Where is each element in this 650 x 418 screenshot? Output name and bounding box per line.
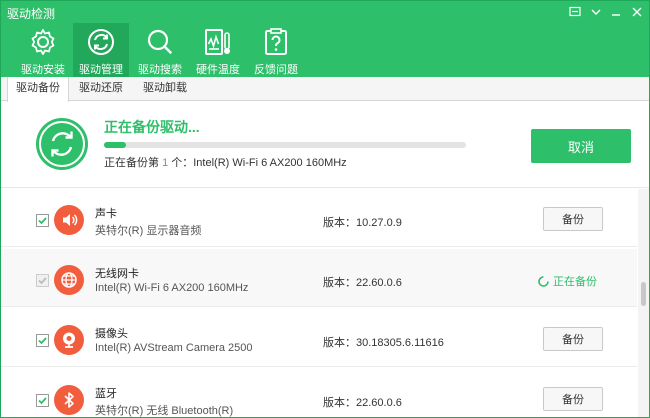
progress-bar xyxy=(104,142,466,148)
tool-feedback[interactable]: 反馈问题 xyxy=(248,23,304,77)
window-title: 驱动检测 xyxy=(7,7,56,21)
spinner-icon xyxy=(538,275,549,287)
tool-label: 驱动安装 xyxy=(21,64,65,76)
refresh-icon xyxy=(36,118,88,170)
progress-title: 正在备份驱动... xyxy=(104,119,200,135)
backup-status-label: 正在备份 xyxy=(553,276,597,288)
driver-row-sound: 声卡 英特尔(R) 显示器音频 版本：10.27.0.9 备份 xyxy=(1,189,637,247)
tool-driver-manage[interactable]: 驱动管理 xyxy=(73,23,129,77)
driver-description: 英特尔(R) 无线 Bluetooth(R) xyxy=(95,405,234,417)
driver-version: 版本：10.27.0.9 xyxy=(323,217,402,229)
close-icon[interactable] xyxy=(627,3,647,21)
driver-checkbox[interactable] xyxy=(36,214,49,227)
tool-label: 硬件温度 xyxy=(196,64,240,76)
scrollbar-thumb[interactable] xyxy=(641,282,646,306)
tool-driver-search[interactable]: 驱动搜索 xyxy=(132,23,188,77)
driver-description: Intel(R) Wi-Fi 6 AX200 160MHz xyxy=(95,282,249,294)
globe-icon xyxy=(54,265,84,295)
driver-checkbox[interactable] xyxy=(36,334,49,347)
driver-version: 版本：22.60.0.6 xyxy=(323,397,402,409)
menu-icon[interactable] xyxy=(586,3,606,21)
driver-name: 声卡 xyxy=(95,208,117,220)
backup-button[interactable]: 备份 xyxy=(543,327,603,351)
feedback-icon[interactable] xyxy=(565,3,585,21)
sub-tab-bar: 驱动备份 驱动还原 驱动卸载 xyxy=(1,77,649,102)
tool-label: 驱动管理 xyxy=(79,64,123,76)
progress-status-line: 正在备份第 1 个：Intel(R) Wi-Fi 6 AX200 160MHz xyxy=(104,154,347,170)
progress-current: 1 xyxy=(162,157,169,169)
backup-in-progress-status: 正在备份 xyxy=(538,273,597,289)
driver-row-camera: 摄像头 Intel(R) AVStream Camera 2500 版本：30.… xyxy=(1,309,637,367)
driver-version: 版本：30.18305.6.11616 xyxy=(323,337,444,349)
main-toolbar: 驱动安装 驱动管理 驱动搜索 硬件温度 反馈问题 xyxy=(1,23,649,77)
driver-list: 声卡 英特尔(R) 显示器音频 版本：10.27.0.9 备份 无线网卡 Int… xyxy=(1,189,637,417)
driver-checkbox[interactable] xyxy=(36,394,49,407)
speaker-icon xyxy=(54,205,84,235)
backup-button[interactable]: 备份 xyxy=(543,207,603,231)
search-icon xyxy=(147,29,172,54)
refresh-icon xyxy=(88,29,114,55)
cancel-button[interactable]: 取消 xyxy=(531,129,631,163)
driver-name: 无线网卡 xyxy=(95,268,139,280)
webcam-icon xyxy=(54,325,84,355)
question-clipboard-icon xyxy=(265,28,287,55)
tab-driver-restore[interactable]: 驱动还原 xyxy=(69,77,133,101)
progress-suffix: 个：Intel(R) Wi-Fi 6 AX200 160MHz xyxy=(171,157,347,169)
driver-description: 英特尔(R) 显示器音频 xyxy=(95,225,202,237)
backup-progress-panel: 正在备份驱动... 正在备份第 1 个：Intel(R) Wi-Fi 6 AX2… xyxy=(1,102,649,188)
tool-driver-install[interactable]: 驱动安装 xyxy=(15,23,71,77)
backup-button[interactable]: 备份 xyxy=(543,387,603,411)
driver-description: Intel(R) AVStream Camera 2500 xyxy=(95,342,253,354)
driver-version: 版本：22.60.0.6 xyxy=(323,277,402,289)
progress-prefix: 正在备份第 xyxy=(104,157,159,169)
progress-fill xyxy=(104,142,126,148)
driver-checkbox xyxy=(36,274,49,287)
title-bar: 驱动检测 xyxy=(1,1,649,23)
minimize-icon[interactable] xyxy=(606,3,626,21)
driver-row-bluetooth: 蓝牙 英特尔(R) 无线 Bluetooth(R) 版本：22.60.0.6 备… xyxy=(1,369,637,417)
gear-icon xyxy=(31,29,55,55)
thermometer-icon xyxy=(205,29,230,55)
tab-driver-uninstall[interactable]: 驱动卸载 xyxy=(133,77,197,101)
bluetooth-icon xyxy=(54,385,84,415)
tool-label: 反馈问题 xyxy=(254,64,298,76)
driver-name: 摄像头 xyxy=(95,328,128,340)
list-scrollbar[interactable] xyxy=(638,189,649,417)
tool-label: 驱动搜索 xyxy=(138,64,182,76)
driver-name: 蓝牙 xyxy=(95,388,117,400)
app-window: 驱动检测 驱动安装 驱动管理 驱动搜索 硬件温度 反馈问题 驱动备份 驱动还原 … xyxy=(0,0,650,418)
tool-hardware-temp[interactable]: 硬件温度 xyxy=(190,23,246,77)
driver-row-wifi: 无线网卡 Intel(R) Wi-Fi 6 AX200 160MHz 版本：22… xyxy=(1,249,637,307)
tab-driver-backup[interactable]: 驱动备份 xyxy=(7,77,69,102)
